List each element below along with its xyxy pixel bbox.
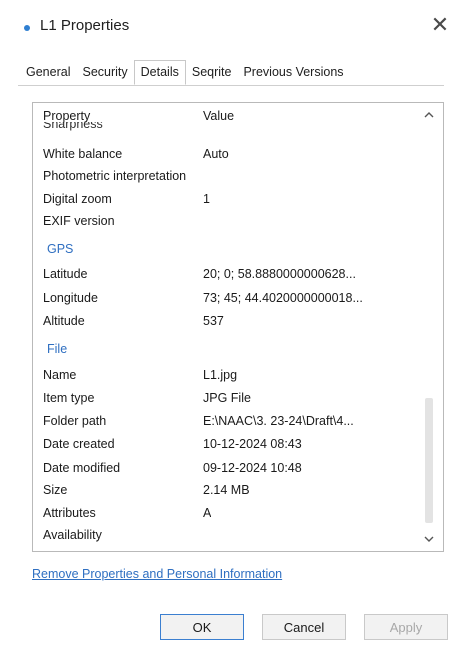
list-scrollbar[interactable] <box>413 103 443 551</box>
tab-bar: General Security Details Seqrite Previou… <box>20 58 350 85</box>
property-name: EXIF version <box>43 214 115 228</box>
list-row-longitude[interactable]: Longitude 73; 45; 44.4020000000018... <box>33 288 409 310</box>
list-row-photometric[interactable]: Photometric interpretation <box>33 166 409 188</box>
properties-list-panel: Property Value Sharpness White balance A… <box>32 102 444 552</box>
property-value: 20; 0; 58.8880000000628... <box>203 267 356 281</box>
tab-security[interactable]: Security <box>76 60 133 84</box>
property-name: Longitude <box>43 291 98 305</box>
list-row-date-modified[interactable]: Date modified 09-12-2024 10:48 <box>33 458 409 480</box>
property-value: 09-12-2024 10:48 <box>203 461 302 475</box>
list-row-date-created[interactable]: Date created 10-12-2024 08:43 <box>33 434 409 456</box>
scrollbar-thumb[interactable] <box>425 398 433 523</box>
list-row-digital-zoom[interactable]: Digital zoom 1 <box>33 189 409 211</box>
column-header-property[interactable]: Property <box>43 109 90 123</box>
chevron-down-icon[interactable] <box>422 533 436 547</box>
column-header-value[interactable]: Value <box>203 109 234 123</box>
property-name: Item type <box>43 391 95 405</box>
property-value: 1 <box>203 192 210 206</box>
property-value: JPG File <box>203 391 251 405</box>
property-value: A <box>203 506 212 520</box>
property-name: Digital zoom <box>43 192 112 206</box>
property-name: Date modified <box>43 461 121 475</box>
list-row-white-balance[interactable]: White balance Auto <box>33 144 409 166</box>
list-row-altitude[interactable]: Altitude 537 <box>33 311 409 333</box>
title-bar: L1 Properties ✕ <box>0 0 462 50</box>
property-value: 73; 45; 44.4020000000018... <box>203 291 363 305</box>
property-value: 2.14 MB <box>203 483 250 497</box>
property-name: Altitude <box>43 314 85 328</box>
tab-previous-versions[interactable]: Previous Versions <box>237 60 349 84</box>
list-row-folder-path[interactable]: Folder path E:\NAAC\3. 23-24\Draft\4... <box>33 411 409 433</box>
tab-divider <box>18 85 444 86</box>
tab-details[interactable]: Details <box>133 60 186 85</box>
tab-general[interactable]: General <box>20 60 76 84</box>
property-name: Size <box>43 483 68 497</box>
list-row-size[interactable]: Size 2.14 MB <box>33 480 409 502</box>
property-name: Date created <box>43 437 115 451</box>
tab-seqrite[interactable]: Seqrite <box>186 60 238 84</box>
property-name: Availability <box>43 528 102 542</box>
property-name: Photometric interpretation <box>43 169 187 183</box>
property-value: 537 <box>203 314 224 328</box>
close-button[interactable]: ✕ <box>426 14 454 38</box>
property-name: Attributes <box>43 506 96 520</box>
window-title: L1 Properties <box>40 17 130 34</box>
list-row-latitude[interactable]: Latitude 20; 0; 58.8880000000628... <box>33 264 409 286</box>
list-row-attributes[interactable]: Attributes A <box>33 503 409 525</box>
property-name: Latitude <box>43 267 88 281</box>
property-value: 10-12-2024 08:43 <box>203 437 302 451</box>
file-icon <box>24 25 30 31</box>
ok-button[interactable]: OK <box>160 614 244 640</box>
remove-properties-link[interactable]: Remove Properties and Personal Informati… <box>32 567 282 581</box>
property-name: Folder path <box>43 414 107 428</box>
list-row-name[interactable]: Name L1.jpg <box>33 365 409 387</box>
section-header-gps: GPS <box>47 242 74 256</box>
chevron-up-icon[interactable] <box>422 109 436 123</box>
property-value: Auto <box>203 147 229 161</box>
cancel-button[interactable]: Cancel <box>262 614 346 640</box>
property-name: White balance <box>43 147 123 161</box>
property-value: E:\NAAC\3. 23-24\Draft\4... <box>203 414 354 428</box>
apply-button[interactable]: Apply <box>364 614 448 640</box>
partially-hidden-row: Sharpness <box>43 122 103 131</box>
property-name: Name <box>43 368 77 382</box>
property-value: L1.jpg <box>203 368 238 382</box>
section-header-file: File <box>47 342 68 356</box>
list-row-item-type[interactable]: Item type JPG File <box>33 388 409 410</box>
list-row-exif-version[interactable]: EXIF version <box>33 211 409 233</box>
list-row-availability[interactable]: Availability <box>33 525 409 547</box>
